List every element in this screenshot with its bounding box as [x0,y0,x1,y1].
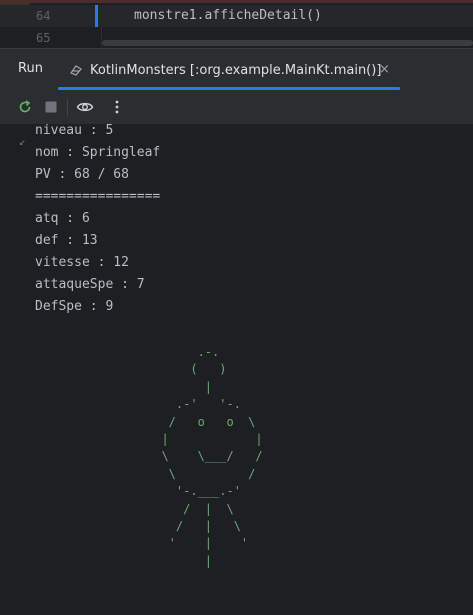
line-number: 65 [36,31,51,45]
line-number: 64 [36,9,51,23]
fold-marker-icon[interactable]: ↙ [19,135,26,148]
active-tab-indicator [58,87,400,90]
more-vertical-icon[interactable] [108,98,126,116]
console-line: atq : 6 [35,211,90,226]
stop-icon[interactable] [42,98,60,116]
run-tool-window-title[interactable]: Run [18,61,43,76]
code-editor[interactable]: 64 monstre1.afficheDetail() 65 [0,0,473,48]
console-line: nom : Springleaf [35,145,161,160]
close-icon[interactable]: × [379,62,390,77]
toolbar-separator [67,99,68,116]
console-line: ================ [35,189,161,204]
tab-label: KotlinMonsters [:org.example.MainKt.main… [90,62,382,78]
console-line: attaqueSpe : 7 [35,277,145,292]
run-toolbar [0,91,473,125]
code-text[interactable]: monstre1.afficheDetail() [134,5,322,27]
console-line: niveau : 5 [35,124,114,138]
console-line: PV : 68 / 68 [35,167,129,182]
horizontal-scrollbar[interactable] [102,40,473,46]
run-tool-window-header: Run KotlinMonsters [:org.example.MainKt.… [0,48,473,91]
ascii-art-monster: .-. ( ) | .-' '-. / o o \ | | \ \___/ / … [161,345,263,568]
vcs-change-marker[interactable] [95,5,98,27]
eye-icon[interactable] [76,98,94,116]
ide-window: 64 monstre1.afficheDetail() 65 Run Kotli… [0,0,473,615]
breakpoint-line-highlight [0,0,473,3]
tab-run-configuration[interactable]: KotlinMonsters [:org.example.MainKt.main… [68,49,381,91]
console-output[interactable]: ↙ niveau : 5 nom : Springleaf PV : 68 / … [0,124,473,615]
editor-line[interactable]: 64 monstre1.afficheDetail() [0,5,473,27]
rerun-icon[interactable] [16,98,34,116]
console-line: def : 13 [35,233,98,248]
run-config-icon [68,62,84,78]
console-line: DefSpe : 9 [35,299,114,314]
console-line: vitesse : 12 [35,255,129,270]
